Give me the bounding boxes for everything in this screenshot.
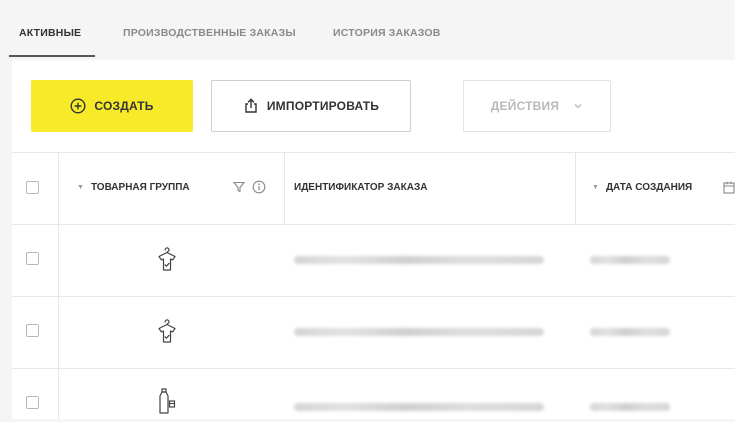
active-tab-indicator: [9, 55, 95, 57]
tab-order-history[interactable]: ИСТОРИЯ ЗАКАЗОВ: [333, 27, 441, 39]
chevron-down-icon: [573, 102, 583, 110]
order-id-redacted: [294, 256, 544, 264]
tab-bar: АКТИВНЫЕ ПРОИЗВОДСТВЕННЫЕ ЗАКАЗЫ ИСТОРИЯ…: [0, 0, 735, 58]
column-header-created-at[interactable]: ▼ ДАТА СОЗДАНИЯ: [592, 182, 692, 193]
import-button[interactable]: ИМПОРТИРОВАТЬ: [211, 80, 411, 132]
orders-table: ▼ ТОВАРНАЯ ГРУППА ИДЕНТИФИКАТОР ЗАКАЗА ▼…: [12, 152, 735, 419]
column-header-label: ДАТА СОЗДАНИЯ: [605, 182, 693, 193]
create-button-label: СОЗДАТЬ: [94, 99, 154, 113]
column-header-label: ИДЕНТИФИКАТОР ЗАКАЗА: [294, 182, 428, 193]
plus-circle-icon: [70, 98, 86, 114]
upload-icon: [243, 98, 259, 114]
column-header-order-id[interactable]: ИДЕНТИФИКАТОР ЗАКАЗА: [294, 182, 427, 193]
calendar-icon[interactable]: [723, 181, 735, 194]
created-date-redacted: [590, 256, 670, 264]
table-divider: [12, 296, 735, 297]
row-checkbox[interactable]: [26, 252, 39, 265]
column-divider: [58, 152, 59, 419]
orders-panel: СОЗДАТЬ ИМПОРТИРОВАТЬ ДЕЙСТВИЯ ▼ ТОВАРНА…: [12, 60, 735, 419]
created-date-redacted: [590, 328, 670, 336]
clothing-icon: [154, 245, 180, 275]
sort-icon: ▼: [77, 184, 84, 191]
bottle-icon: [154, 387, 180, 417]
actions-dropdown[interactable]: ДЕЙСТВИЯ: [463, 80, 611, 132]
filter-icon[interactable]: [233, 181, 245, 193]
tab-production-orders[interactable]: ПРОИЗВОДСТВЕННЫЕ ЗАКАЗЫ: [123, 27, 296, 39]
tab-active[interactable]: АКТИВНЫЕ: [19, 27, 81, 39]
column-header-label: ТОВАРНАЯ ГРУППА: [90, 182, 190, 193]
import-button-label: ИМПОРТИРОВАТЬ: [266, 99, 380, 113]
column-header-product-group[interactable]: ▼ ТОВАРНАЯ ГРУППА: [77, 182, 190, 193]
clothing-icon: [154, 317, 180, 347]
toolbar: СОЗДАТЬ ИМПОРТИРОВАТЬ ДЕЙСТВИЯ: [12, 60, 735, 152]
select-all-checkbox[interactable]: [26, 181, 39, 194]
order-id-redacted: [294, 328, 544, 336]
table-divider: [12, 224, 735, 225]
row-checkbox[interactable]: [26, 324, 39, 337]
table-divider: [12, 368, 735, 369]
order-id-redacted: [294, 403, 544, 411]
table-divider: [12, 152, 735, 153]
info-icon[interactable]: [252, 180, 266, 194]
row-checkbox[interactable]: [26, 396, 39, 409]
column-divider: [284, 152, 285, 224]
created-date-redacted: [590, 403, 670, 411]
column-divider: [575, 152, 576, 224]
create-button[interactable]: СОЗДАТЬ: [31, 80, 193, 132]
sort-icon: ▼: [592, 184, 599, 191]
actions-dropdown-label: ДЕЙСТВИЯ: [490, 99, 560, 113]
